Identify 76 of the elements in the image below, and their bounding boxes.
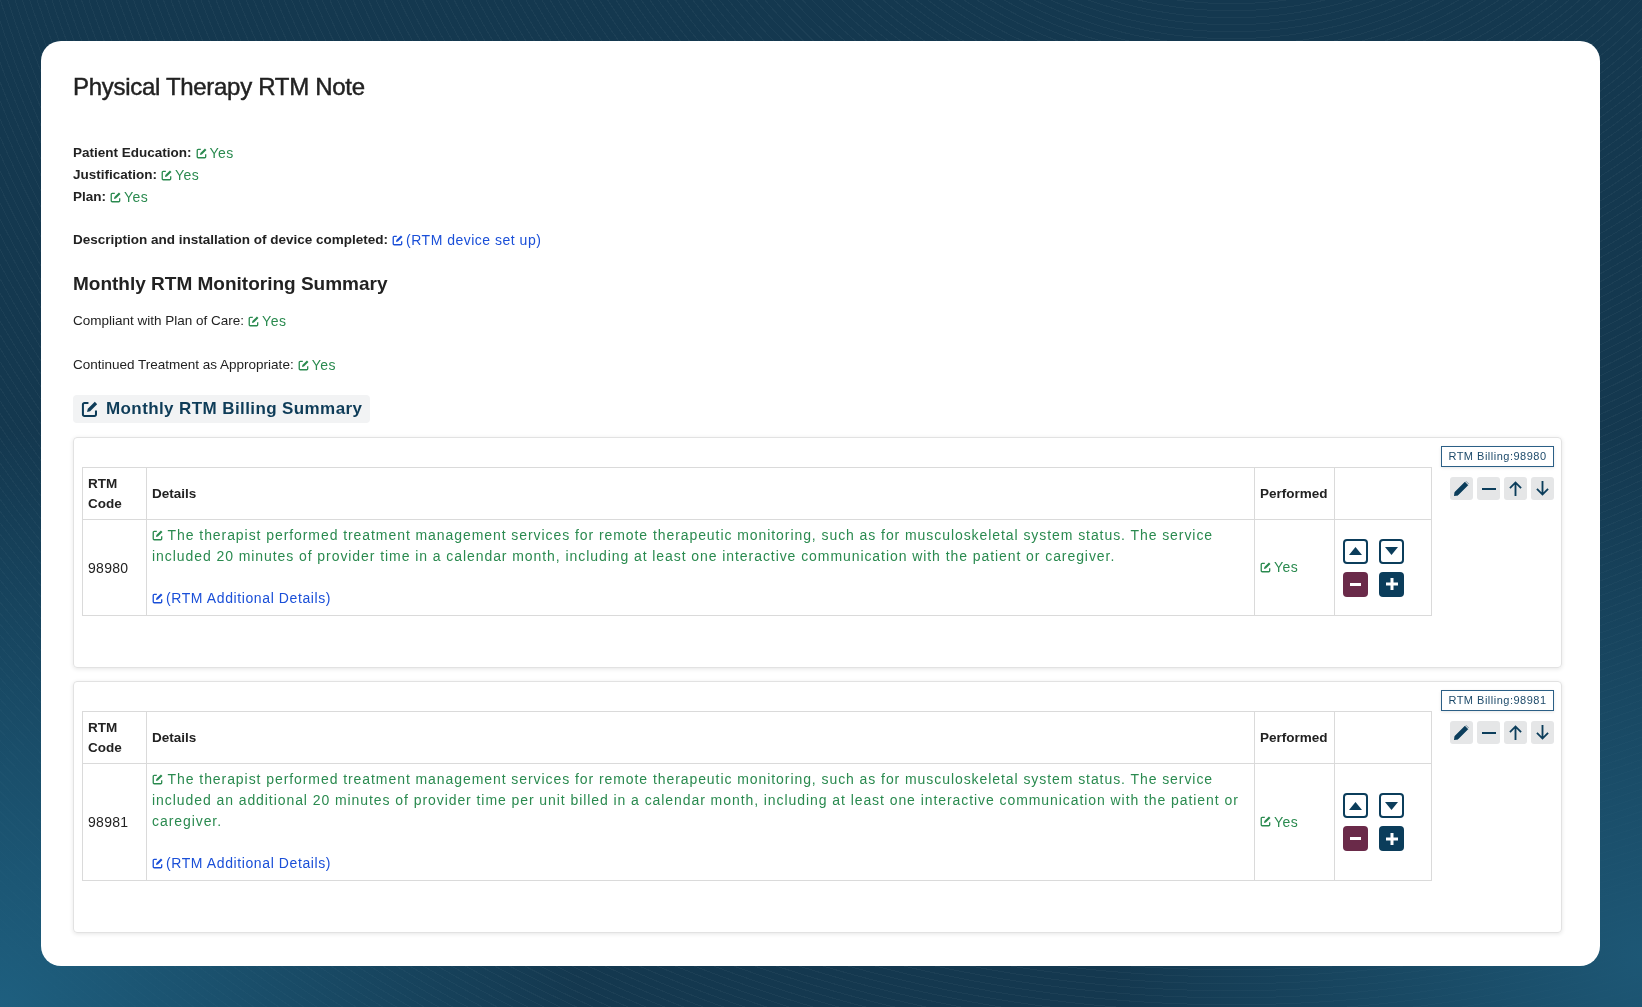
table-cell: 98981 (82, 763, 147, 881)
field-label: Continued Treatment as Appropriate: (73, 356, 294, 374)
details-link[interactable]: The therapist performed treatment management services for remote therapeutic monitoring, such as for musculoskeletal system status. The service included 20 minutes of provider time in a calendar month, including at least one interactive communication with the patient or caregiver. (152, 525, 1249, 567)
column-header: Details (146, 467, 1255, 520)
edit-button[interactable] (1450, 477, 1473, 500)
pencil-square-icon (1260, 561, 1271, 573)
details-link[interactable]: (RTM device set up) (392, 229, 542, 251)
edit-button[interactable] (1450, 721, 1473, 744)
column-header: RTM Code (82, 711, 147, 764)
add-button[interactable] (1379, 826, 1404, 851)
pencil-square-icon (161, 169, 172, 181)
answer-link[interactable]: Yes (248, 310, 287, 332)
pencil-icon (1454, 481, 1469, 496)
arrow-down-icon (1536, 725, 1549, 740)
arrow-down-button[interactable] (1531, 477, 1554, 500)
pencil-square-icon (195, 147, 207, 159)
pencil-icon (1454, 725, 1469, 740)
answer-link[interactable]: Yes (1260, 559, 1299, 575)
field-label: Justification: (73, 166, 157, 184)
triangle-up-icon (1349, 801, 1362, 810)
move-down-button[interactable] (1379, 538, 1404, 564)
additional-details-link[interactable]: (RTM Additional Details) (152, 853, 332, 874)
triangle-down-icon (1385, 801, 1398, 810)
page-title: Physical Therapy RTM Note (73, 73, 366, 101)
additional-details-link[interactable]: (RTM Additional Details) (152, 588, 332, 609)
pencil-square-icon (152, 530, 163, 541)
answer-link[interactable]: Yes (297, 354, 336, 376)
field-label: Plan: (73, 188, 106, 206)
arrow-up-button[interactable] (1504, 721, 1527, 744)
pencil-square-icon (248, 315, 260, 327)
pencil-square-icon (1260, 816, 1271, 827)
plus-icon (1385, 578, 1398, 590)
plus-icon (1385, 832, 1398, 845)
arrow-down-icon (1536, 481, 1549, 496)
triangle-up-icon (1349, 547, 1362, 555)
pencil-square-icon (392, 234, 404, 246)
move-up-button[interactable] (1343, 538, 1368, 564)
pencil-square-icon (152, 858, 163, 869)
pencil-square-icon (152, 593, 163, 604)
table-cell: 98980 (82, 519, 147, 616)
field-label: Description and installation of device completed: (73, 231, 389, 249)
billing-tag: RTM Billing:98981 (1441, 690, 1554, 711)
remove-button[interactable] (1343, 571, 1368, 597)
arrow-down-button[interactable] (1531, 721, 1554, 744)
field-label: Patient Education: (73, 144, 192, 162)
answer-link[interactable]: Yes (161, 164, 200, 186)
pencil-square-icon (110, 191, 121, 203)
answer-link[interactable]: Yes (110, 186, 149, 208)
add-button[interactable] (1379, 571, 1404, 597)
minus-icon (1350, 582, 1361, 586)
billing-tag: RTM Billing:98980 (1441, 446, 1554, 467)
section-heading: Monthly RTM Monitoring Summary (73, 272, 389, 296)
minus-icon (1481, 487, 1496, 490)
minus-icon (1481, 731, 1496, 734)
pencil-square-icon (81, 400, 98, 418)
pencil-square-icon (152, 774, 163, 785)
arrow-up-button[interactable] (1504, 477, 1527, 500)
minus-button[interactable] (1477, 721, 1500, 744)
column-header: RTM Code (82, 467, 147, 520)
triangle-down-icon (1385, 547, 1398, 555)
column-header: Performed (1254, 711, 1335, 764)
column-header: Details (146, 711, 1255, 764)
arrow-up-icon (1509, 481, 1522, 496)
column-header: Performed (1254, 467, 1335, 520)
pencil-square-icon (297, 359, 309, 371)
move-up-button[interactable] (1343, 793, 1368, 818)
answer-link[interactable]: Yes (1260, 813, 1299, 830)
answer-link[interactable]: Yes (195, 142, 234, 164)
arrow-up-icon (1509, 725, 1522, 740)
move-down-button[interactable] (1379, 793, 1404, 818)
minus-button[interactable] (1477, 477, 1500, 500)
minus-icon (1350, 837, 1361, 840)
remove-button[interactable] (1343, 826, 1368, 851)
billing-summary-button[interactable]: Monthly RTM Billing Summary (73, 395, 371, 423)
details-link[interactable]: The therapist performed treatment management services for remote therapeutic monitoring, such as for musculoskeletal system status. The service included an additional 20 minutes of provider time per unit billed in a calendar month, including at least one interactive communication with the patient or caregiver. (152, 769, 1249, 832)
field-label: Compliant with Plan of Care: (73, 312, 245, 330)
